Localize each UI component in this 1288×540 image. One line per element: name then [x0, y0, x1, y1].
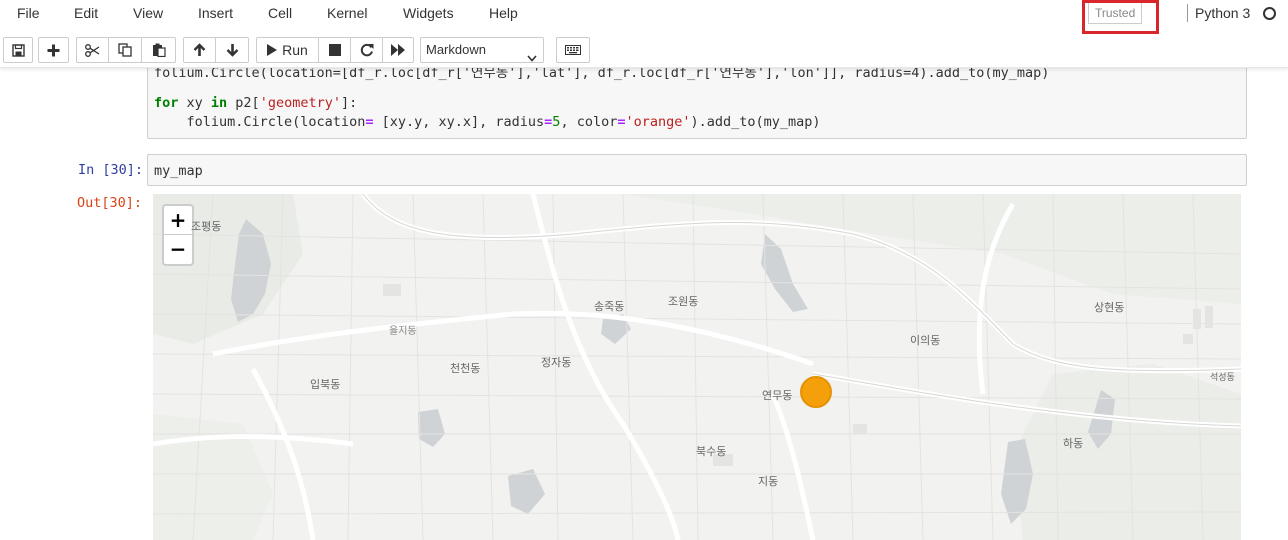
- interrupt-button[interactable]: [319, 37, 351, 63]
- label-yulji: 율지동: [389, 326, 417, 337]
- code-line-mymap: my_map: [154, 163, 203, 179]
- label-ji: 지동: [758, 475, 779, 488]
- code-var: xy: [178, 95, 211, 111]
- menu-insert[interactable]: Insert: [198, 5, 233, 21]
- notebook-area: folium.Circle(location=[df_r.loc[df_r['연…: [0, 68, 1288, 540]
- cell-type-value: Markdown: [426, 42, 486, 57]
- run-label: Run: [282, 42, 308, 58]
- menu-help[interactable]: Help: [489, 5, 518, 21]
- stop-icon: [328, 44, 341, 56]
- paste-icon: [152, 43, 166, 57]
- restart-run-all-button[interactable]: [383, 37, 414, 63]
- label-jowon: 조원동: [668, 295, 699, 308]
- keyboard-icon: [565, 45, 581, 55]
- kw-for: for: [154, 95, 179, 111]
- code-text: ]:: [340, 95, 358, 111]
- folium-map[interactable]: + − 조평동 조원동 송죽동 정자동 천천동 입북동 연무동 북수동 지동 이…: [153, 194, 1241, 540]
- code-string: 'orange': [625, 114, 691, 130]
- kernel-separator: [1187, 4, 1188, 22]
- copy-button[interactable]: [109, 37, 142, 63]
- code-text: [xy.y, xy.x], radius: [373, 114, 545, 130]
- code-text: p2[: [227, 95, 260, 111]
- menu-cell[interactable]: Cell: [268, 5, 292, 21]
- save-button[interactable]: [3, 37, 33, 63]
- menubar: File Edit View Insert Cell Kernel Widget…: [0, 0, 1288, 34]
- code-line-for: for xy in p2['geometry']:: [154, 95, 357, 111]
- code-string: 'geometry': [259, 95, 341, 111]
- chevron-down-icon: [527, 46, 537, 70]
- code-line-circle: folium.Circle(location= [xy.y, xy.x], ra…: [154, 114, 821, 130]
- label-buksu: 북수동: [696, 445, 727, 458]
- label-yeonmu: 연무동: [762, 389, 793, 402]
- zoom-control: + −: [162, 204, 194, 266]
- restart-icon: [360, 43, 374, 57]
- menu-file[interactable]: File: [17, 5, 40, 21]
- cut-button[interactable]: [76, 37, 109, 63]
- label-iui: 이의동: [910, 334, 941, 347]
- code-line-partial: folium.Circle(location=[df_r.loc[df_r['연…: [154, 68, 1050, 81]
- code-cell-2[interactable]: my_map: [147, 154, 1247, 186]
- output-prompt: Out[30]:: [77, 195, 143, 211]
- code-cell-1[interactable]: folium.Circle(location=[df_r.loc[df_r['연…: [147, 68, 1247, 139]
- copy-icon: [118, 43, 132, 57]
- input-prompt: In [30]:: [78, 162, 144, 178]
- run-icon: [267, 44, 278, 56]
- menu-view[interactable]: View: [133, 5, 163, 21]
- label-jeongja: 정자동: [541, 356, 572, 369]
- code-text: , color: [560, 114, 618, 130]
- menu-edit[interactable]: Edit: [74, 5, 98, 21]
- menu-widgets[interactable]: Widgets: [403, 5, 454, 21]
- zoom-in-button[interactable]: +: [164, 206, 192, 235]
- label-seokseong: 석성동: [1210, 373, 1235, 383]
- run-button[interactable]: Run: [256, 37, 319, 63]
- kernel-name[interactable]: Python 3: [1195, 5, 1250, 21]
- arrow-down-icon: [226, 43, 239, 57]
- insert-cell-button[interactable]: [38, 37, 69, 63]
- code-text: folium.Circle(location: [154, 114, 366, 130]
- label-songjuk: 송죽동: [594, 300, 625, 313]
- kw-in: in: [210, 95, 228, 111]
- arrow-up-icon: [193, 43, 206, 57]
- kernel-status-icon: [1263, 7, 1276, 20]
- plus-icon: [47, 44, 60, 57]
- toolbar: Run Markdown: [0, 34, 1288, 68]
- highlight-box: [1082, 0, 1159, 34]
- label-sanghyeon: 상현동: [1094, 301, 1125, 314]
- orange-circle-marker[interactable]: [800, 376, 832, 408]
- label-ipbuk: 입북동: [310, 378, 341, 391]
- command-palette-button[interactable]: [556, 37, 590, 63]
- move-down-button[interactable]: [216, 37, 249, 63]
- label-cheoncheon: 천천동: [450, 362, 481, 375]
- label-ha: 하동: [1063, 437, 1084, 450]
- map-tiles: [153, 194, 1241, 540]
- cell-type-select[interactable]: Markdown: [420, 37, 544, 63]
- fast-forward-icon: [391, 44, 405, 56]
- zoom-out-button[interactable]: −: [164, 235, 192, 264]
- cut-icon: [85, 43, 100, 57]
- code-text: ).add_to(my_map): [690, 114, 821, 130]
- menu-kernel[interactable]: Kernel: [327, 5, 367, 21]
- label-jopyeong: 조평동: [191, 220, 222, 233]
- move-up-button[interactable]: [183, 37, 216, 63]
- restart-button[interactable]: [351, 37, 383, 63]
- save-icon: [11, 43, 25, 57]
- paste-button[interactable]: [142, 37, 176, 63]
